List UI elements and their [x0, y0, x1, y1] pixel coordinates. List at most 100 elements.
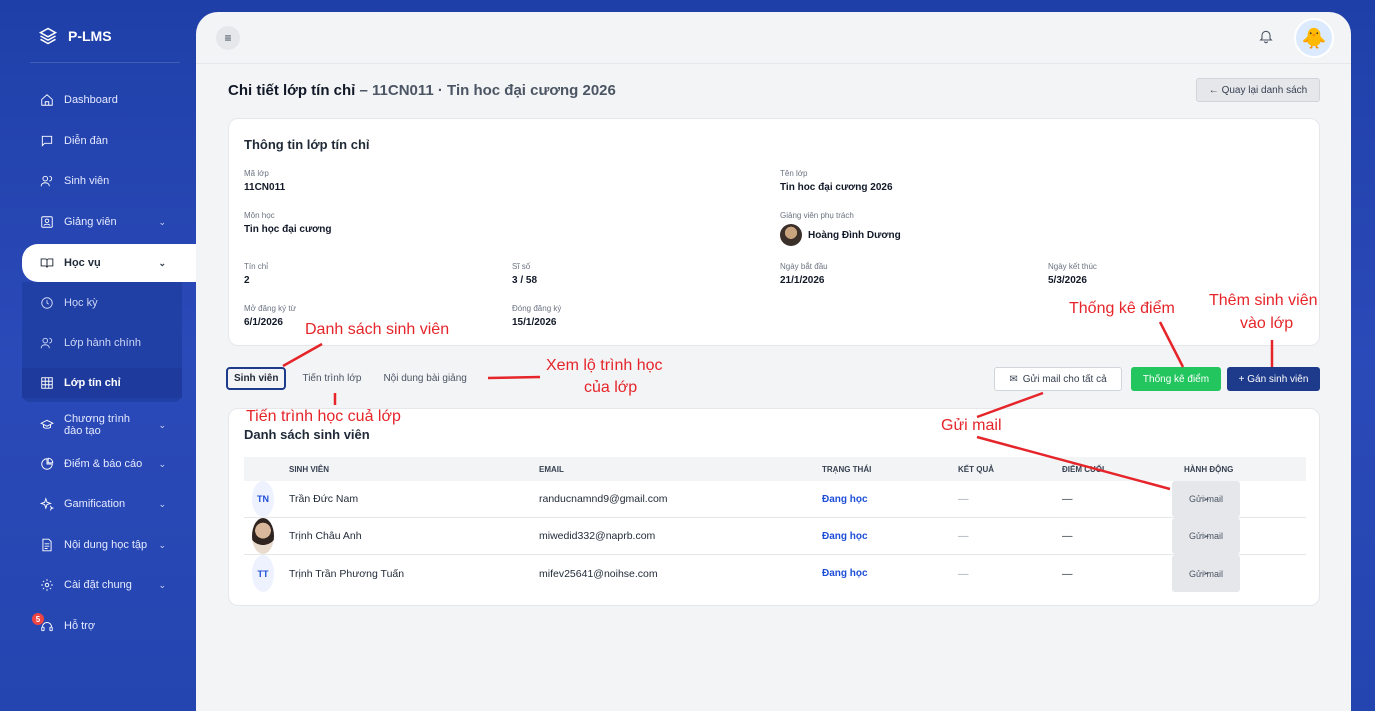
mail-all-label: Gửi mail cho tất cả	[1022, 373, 1107, 385]
sidebar-item-gamification[interactable]: Gamification ⌄	[22, 489, 180, 519]
chevron-down-icon: ⌄	[158, 539, 166, 550]
mail-icon: ✉	[1009, 373, 1018, 385]
annotation-send-mail: Gửi mail	[941, 417, 1002, 434]
chevron-down-icon: ⌄	[158, 419, 166, 430]
tab-lessons[interactable]: Nội dung bài giảng	[377, 369, 472, 388]
sidebar-item-lecturers[interactable]: Giảng viên ⌄	[22, 207, 180, 237]
pie-chart-icon	[38, 455, 56, 473]
student-email: mifev25641@noihse.com	[539, 567, 658, 580]
sidebar-item-settings[interactable]: Cài đặt chung ⌄	[22, 570, 180, 600]
hamburger-icon: ≡	[224, 31, 232, 45]
avatar-image-icon: 🐥	[1301, 27, 1327, 50]
table-row: TN Trần Đức Nam randucnamnd9@gmail.com Đ…	[244, 481, 1306, 518]
field-value-lecturer: Hoàng Đình Dương	[780, 224, 901, 246]
sidebar-item-content[interactable]: Nội dung học tập ⌄	[22, 530, 180, 560]
field-label: Ngày bắt đầu	[780, 262, 828, 271]
field-registration-open: Mở đăng ký từ 6/1/2026	[244, 304, 296, 328]
sidebar-item-label: Hỗ trợ	[64, 620, 96, 632]
column-header: SINH VIÊN	[289, 464, 330, 474]
send-mail-label: Gửi mail	[1188, 531, 1224, 541]
student-avatar: TT	[252, 555, 274, 592]
column-header: EMAIL	[539, 464, 564, 474]
grade-stats-button[interactable]: Thống kê điểm	[1131, 367, 1221, 391]
field-value: 5/3/2026	[1048, 275, 1087, 286]
student-avatar	[252, 518, 274, 554]
clock-icon	[38, 294, 56, 312]
chevron-down-icon: ⌄	[158, 498, 166, 509]
column-header: HÀNH ĐỘNG	[1184, 464, 1234, 474]
field-label: Đóng đăng ký	[512, 304, 562, 313]
book-icon	[38, 254, 56, 272]
table-row: TT Trịnh Trần Phương Tuấn mifev25641@noi…	[244, 555, 1306, 592]
student-final-score: —	[1062, 567, 1073, 580]
field-label: Mã lớp	[244, 169, 269, 178]
status-badge: Đang học	[822, 493, 868, 505]
field-label: Tín chỉ	[244, 262, 269, 271]
sidebar-subitem-credit-class[interactable]: Lớp tín chỉ	[22, 368, 182, 398]
lecturer-name: Hoàng Đình Dương	[808, 229, 901, 241]
send-mail-button[interactable]: ➢ Gửi mail	[1172, 555, 1240, 592]
field-value: 3 / 58	[512, 275, 538, 286]
mail-all-button[interactable]: ✉ Gửi mail cho tất cả	[994, 367, 1122, 391]
annotation-grade-stats: Thống kê điểm	[1069, 300, 1175, 317]
user-avatar[interactable]: 🐥	[1294, 18, 1334, 58]
field-label: Giảng viên phụ trách	[780, 211, 854, 220]
annotation-roadmap-line2: của lớp	[584, 379, 638, 396]
sidebar-item-forum[interactable]: Diễn đàn	[22, 126, 180, 156]
sidebar-item-curriculum[interactable]: Chương trình đào tạo ⌄	[22, 408, 180, 442]
users-icon	[38, 334, 56, 352]
field-end-date: Ngày kết thúc 5/3/2026	[1048, 262, 1097, 286]
sidebar-subitem-admin-class[interactable]: Lớp hành chính	[22, 328, 182, 358]
users-icon	[38, 172, 56, 190]
field-registration-close: Đóng đăng ký 15/1/2026	[512, 304, 561, 328]
app-logo[interactable]: P-LMS	[38, 26, 112, 46]
sidebar-item-grades[interactable]: Điểm & báo cáo ⌄	[22, 449, 180, 479]
card-title: Thông tin lớp tín chỉ	[244, 137, 370, 152]
annotation-student-list: Danh sách sinh viên	[305, 321, 450, 338]
add-student-button[interactable]: + Gán sinh viên	[1227, 367, 1320, 391]
bell-icon[interactable]	[1258, 28, 1274, 44]
page-title: Chi tiết lớp tín chỉ – 11CN011 · Tin hoc…	[228, 82, 616, 99]
sidebar-item-support[interactable]: Hỗ trợ	[22, 611, 180, 641]
sidebar-item-dashboard[interactable]: Dashboard	[22, 85, 180, 115]
table-header: SINH VIÊN EMAIL TRẠNG THÁI KẾT QUẢ ĐIỂM …	[244, 457, 1306, 481]
divider	[30, 62, 180, 63]
page-title-sub: – 11CN011 · Tin hoc đại cương 2026	[359, 82, 616, 99]
chevron-down-icon: ⌄	[158, 216, 166, 227]
chevron-down-icon: ⌄	[158, 458, 166, 469]
menu-toggle-button[interactable]: ≡	[216, 26, 240, 50]
chevron-down-icon: ⌄	[158, 579, 166, 590]
sidebar-item-label: Cài đặt chung	[64, 579, 132, 591]
back-to-list-button[interactable]: ← Quay lại danh sách	[1196, 78, 1320, 102]
sidebar-item-label: Dashboard	[64, 94, 118, 106]
field-label: Tên lớp	[780, 169, 808, 178]
field-value: 21/1/2026	[780, 275, 825, 286]
field-subject: Môn học Tin học đại cương	[244, 211, 332, 235]
column-header: TRẠNG THÁI	[822, 464, 872, 474]
field-label: Môn học	[244, 211, 275, 220]
sparkle-icon	[38, 495, 56, 513]
student-list-card: Danh sách sinh viên SINH VIÊN EMAIL TRẠN…	[228, 408, 1320, 606]
sidebar-item-students[interactable]: Sinh viên	[22, 166, 180, 196]
sidebar-subitem-semester[interactable]: Học kỳ	[22, 288, 182, 318]
field-class-code: Mã lớp 11CN011	[244, 169, 285, 193]
tab-students[interactable]: Sinh viên	[226, 366, 287, 390]
grid-icon	[38, 374, 56, 392]
field-label: Sĩ số	[512, 262, 531, 271]
tab-progress[interactable]: Tiến trình lớp	[296, 369, 367, 388]
student-result: —	[958, 530, 969, 542]
send-mail-button[interactable]: ➢ Gửi mail	[1172, 481, 1240, 517]
student-result: —	[958, 567, 969, 580]
field-value: 15/1/2026	[512, 317, 557, 328]
sidebar-item-academic[interactable]: Học vụ ⌄	[22, 244, 196, 282]
home-icon	[38, 91, 56, 109]
field-value: Tin hoc đại cương 2026	[780, 182, 893, 193]
annotation-add-student-line2: vào lớp	[1240, 315, 1294, 332]
column-header: ĐIỂM CUỐI	[1062, 464, 1105, 474]
student-final-score: —	[1062, 493, 1073, 505]
field-class-name: Tên lớp Tin hoc đại cương 2026	[780, 169, 893, 193]
page-title-main: Chi tiết lớp tín chỉ	[228, 82, 356, 99]
list-title: Danh sách sinh viên	[244, 427, 370, 442]
student-email: randucnamnd9@gmail.com	[539, 493, 668, 505]
send-mail-button[interactable]: ➢ Gửi mail	[1172, 518, 1240, 554]
